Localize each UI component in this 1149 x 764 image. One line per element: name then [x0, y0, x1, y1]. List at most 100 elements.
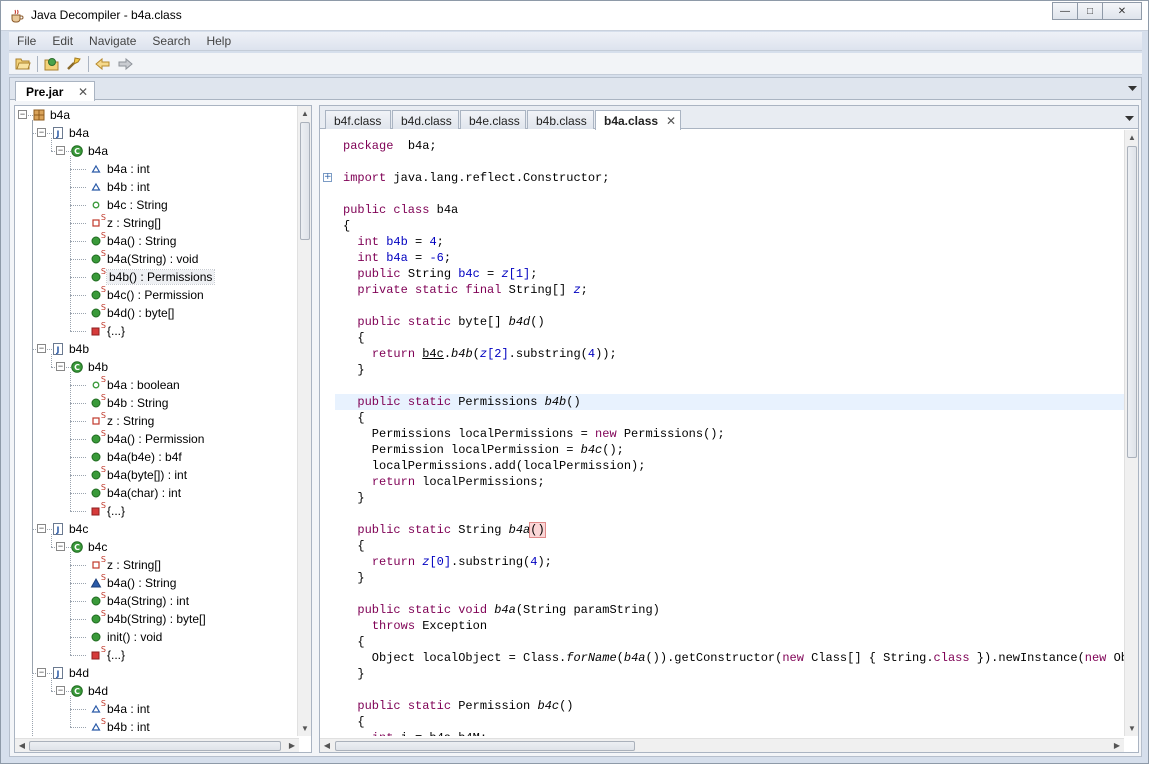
tree-node-method-default-static[interactable]: Sb4a() : String — [90, 573, 176, 592]
close-tab-icon[interactable]: ✕ — [78, 85, 88, 99]
public-static-method-icon: S — [90, 465, 106, 481]
tree-vertical-scrollbar[interactable]: ▲ ▼ — [297, 106, 311, 736]
collapse-toggle-icon[interactable]: − — [37, 128, 46, 137]
expand-imports-icon[interactable]: + — [323, 173, 332, 182]
forward-button[interactable] — [114, 55, 136, 73]
maximize-button[interactable]: □ — [1077, 2, 1103, 20]
tree-node-field-default-static[interactable]: Sb4b : int — [90, 717, 150, 736]
tree-node-method-public-static[interactable]: Sb4a(byte[]) : int — [90, 465, 187, 484]
menu-search[interactable]: Search — [144, 34, 198, 48]
tree-node-static-init[interactable]: S {...} — [90, 645, 125, 664]
tree-node-field-default[interactable]: b4b : int — [90, 178, 150, 196]
scroll-up-icon[interactable]: ▲ — [298, 109, 311, 118]
tree-node-method-public-static[interactable]: Sb4a(String) : int — [90, 591, 189, 610]
tree-node-label: b4a(char) : int — [107, 486, 182, 500]
tree-node-method-public[interactable]: b4a(b4e) : b4f — [90, 448, 182, 466]
tree-node-class[interactable]: Cb4c — [71, 538, 107, 556]
menu-help[interactable]: Help — [198, 34, 239, 48]
tab-label: b4d.class — [401, 114, 452, 128]
search-button[interactable] — [63, 55, 85, 73]
collapse-toggle-icon[interactable]: − — [56, 146, 65, 155]
close-tab-icon[interactable]: ✕ — [666, 114, 676, 128]
minimize-button[interactable]: — — [1052, 2, 1078, 20]
scroll-left-icon[interactable]: ◀ — [320, 741, 334, 750]
back-button[interactable] — [92, 55, 114, 73]
tree-node-class[interactable]: Cb4a — [71, 142, 108, 160]
open-file-button[interactable] — [12, 55, 34, 73]
tab-b4f-class[interactable]: b4f.class — [325, 110, 391, 129]
tree-horizontal-scrollbar[interactable]: ◀ ▶ — [15, 738, 299, 752]
open-type-button[interactable] — [41, 55, 63, 73]
tab-b4d-class[interactable]: b4d.class — [392, 110, 459, 129]
tree-node-method-public-static[interactable]: Sb4b(String) : byte[] — [90, 609, 206, 628]
tree-node-method-public-static[interactable]: Sb4c() : Permission — [90, 285, 204, 304]
tree-node-static-init[interactable]: S {...} — [90, 501, 125, 520]
scroll-up-icon[interactable]: ▲ — [1125, 133, 1138, 142]
menu-navigate[interactable]: Navigate — [81, 34, 144, 48]
tree-node-field-private-static[interactable]: Sz : String — [90, 411, 154, 430]
code-token: b4c — [458, 267, 480, 281]
menu-edit[interactable]: Edit — [44, 34, 81, 48]
tree-vertical-scroll-thumb[interactable] — [300, 122, 310, 240]
editor-horizontal-scroll-thumb[interactable] — [335, 741, 635, 751]
forward-arrow-icon — [118, 57, 133, 70]
collapse-toggle-icon[interactable]: − — [56, 362, 65, 371]
editor-vertical-scrollbar[interactable]: ▲ ▼ — [1124, 130, 1138, 736]
tree-node-field-public[interactable]: b4c : String — [90, 196, 168, 214]
tree-node-file[interactable]: Jb4c — [52, 520, 88, 538]
tree-node-file[interactable]: Jb4d — [52, 664, 89, 682]
class-tab-list-dropdown-icon[interactable] — [1125, 114, 1134, 123]
collapse-toggle-icon[interactable]: − — [18, 110, 27, 119]
code-token: return — [371, 475, 416, 489]
tree-node-method-public[interactable]: init() : void — [90, 628, 162, 646]
scroll-down-icon[interactable]: ▼ — [1125, 724, 1138, 733]
tab-pre-jar[interactable]: Pre.jar ✕ — [15, 81, 95, 101]
tree-node-method-public-static[interactable]: Sb4a() : Permission — [90, 429, 204, 448]
editor-horizontal-scrollbar[interactable]: ◀ ▶ — [320, 738, 1124, 752]
collapse-toggle-icon[interactable]: − — [37, 668, 46, 677]
java-file-icon: J — [52, 523, 64, 535]
collapse-toggle-icon[interactable]: − — [37, 524, 46, 533]
tree-node-method-public-static[interactable]: Sb4a() : String — [90, 231, 176, 250]
scroll-left-icon[interactable]: ◀ — [15, 741, 29, 750]
code-token: b4a; — [393, 139, 437, 153]
tree-horizontal-scroll-thumb[interactable] — [29, 741, 281, 751]
package-tree[interactable]: − b4a − Jb4a − Cb4a b4a : int b4b : int b4c : St… — [15, 106, 299, 736]
tree-node-field-default-static[interactable]: Sb4a : int — [90, 699, 150, 718]
tree-node-method-public-static[interactable]: Sb4b() : Permissions — [90, 267, 216, 286]
code-line: public String b4c = z[1]; — [343, 266, 537, 282]
tree-node-method-public-static[interactable]: Sb4a(String) : void — [90, 249, 198, 268]
scroll-right-icon[interactable]: ▶ — [1110, 741, 1124, 750]
tree-node-file[interactable]: Jb4a — [52, 124, 89, 142]
scroll-down-icon[interactable]: ▼ — [298, 724, 311, 733]
source-code-view[interactable]: + package b4a; import java.lang.reflect.C… — [320, 130, 1124, 736]
close-button[interactable]: ✕ — [1102, 2, 1142, 20]
menu-file[interactable]: File — [9, 34, 44, 48]
tree-node-method-public-static[interactable]: Sb4d() : byte[] — [90, 303, 174, 322]
collapse-toggle-icon[interactable]: − — [37, 344, 46, 353]
tree-node-field-default[interactable]: b4a : int — [90, 160, 150, 178]
tree-node-field-private-static[interactable]: Sz : String[] — [90, 213, 161, 232]
scroll-right-icon[interactable]: ▶ — [285, 741, 299, 750]
tab-list-dropdown-icon[interactable] — [1128, 84, 1137, 93]
collapse-toggle-icon[interactable]: − — [56, 686, 65, 695]
tree-node-field-private-static[interactable]: Sz : String[] — [90, 555, 161, 574]
tab-b4a-class[interactable]: b4a.class ✕ — [595, 110, 681, 130]
tree-node-file[interactable]: Jb4b — [52, 340, 89, 358]
tree-node-package[interactable]: b4a — [33, 106, 70, 124]
tree-node-label: b4b : int — [107, 180, 150, 194]
tree-connector — [32, 349, 36, 350]
tree-node-class[interactable]: Cb4d — [71, 682, 108, 700]
tab-b4e-class[interactable]: b4e.class — [460, 110, 526, 129]
tree-node-static-init[interactable]: S {...} — [90, 321, 125, 340]
tab-b4b-class[interactable]: b4b.class — [527, 110, 594, 129]
public-static-method-icon: S — [90, 483, 106, 499]
editor-vertical-scroll-thumb[interactable] — [1127, 146, 1137, 458]
tree-node-field-public-static[interactable]: Sb4a : boolean — [90, 375, 180, 394]
tree-node-method-public-static[interactable]: Sb4b : String — [90, 393, 168, 412]
tree-node-class[interactable]: Cb4b — [71, 358, 108, 376]
tree-node-method-public-static[interactable]: Sb4a(char) : int — [90, 483, 182, 502]
collapse-toggle-icon[interactable]: − — [56, 542, 65, 551]
